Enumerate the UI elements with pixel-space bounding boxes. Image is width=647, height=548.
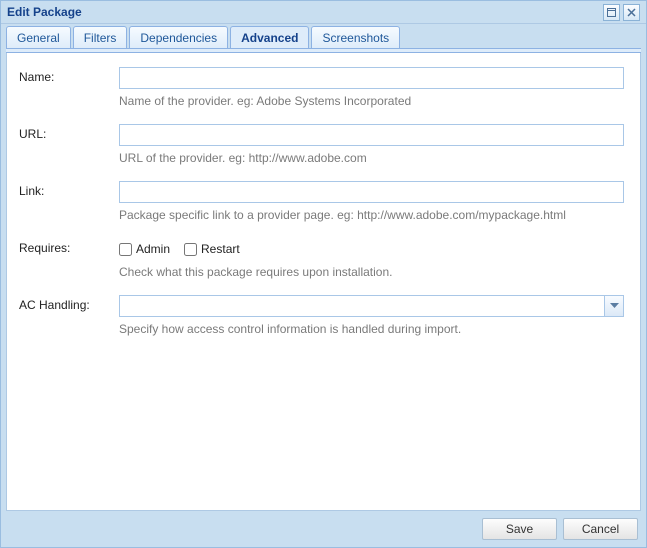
tab-screenshots[interactable]: Screenshots xyxy=(311,26,400,48)
requires-checks: Admin Restart xyxy=(119,238,624,260)
admin-check-label[interactable]: Admin xyxy=(119,242,170,256)
url-label: URL: xyxy=(19,124,119,141)
close-icon xyxy=(627,8,636,17)
restart-check-label[interactable]: Restart xyxy=(184,242,240,256)
ac-handling-input[interactable] xyxy=(119,295,624,317)
ac-handling-label: AC Handling: xyxy=(19,295,119,312)
close-button[interactable] xyxy=(623,4,640,21)
url-field: URL: URL of the provider. eg: http://www… xyxy=(19,124,624,165)
link-field: Link: Package specific link to a provide… xyxy=(19,181,624,222)
requires-field: Requires: Admin Restart Check what this … xyxy=(19,238,624,279)
admin-text: Admin xyxy=(136,242,170,256)
name-hint: Name of the provider. eg: Adobe Systems … xyxy=(119,94,624,108)
tab-advanced[interactable]: Advanced xyxy=(230,26,309,48)
url-hint: URL of the provider. eg: http://www.adob… xyxy=(119,151,624,165)
save-button[interactable]: Save xyxy=(482,518,557,540)
button-bar: Save Cancel xyxy=(1,514,646,544)
tab-dependencies[interactable]: Dependencies xyxy=(129,26,228,48)
ac-handling-combo[interactable] xyxy=(119,295,624,317)
cancel-button[interactable]: Cancel xyxy=(563,518,638,540)
ac-handling-field: AC Handling: Specify how access control … xyxy=(19,295,624,336)
url-input[interactable] xyxy=(119,124,624,146)
link-label: Link: xyxy=(19,181,119,198)
chevron-down-icon xyxy=(610,303,619,309)
maximize-icon xyxy=(607,8,616,17)
tab-strip: General Filters Dependencies Advanced Sc… xyxy=(1,24,646,48)
restart-text: Restart xyxy=(201,242,240,256)
tab-general[interactable]: General xyxy=(6,26,71,48)
requires-label: Requires: xyxy=(19,238,119,255)
admin-checkbox[interactable] xyxy=(119,243,132,256)
tab-filters[interactable]: Filters xyxy=(73,26,128,48)
titlebar: Edit Package xyxy=(1,1,646,24)
ac-handling-trigger[interactable] xyxy=(604,296,623,316)
name-field: Name: Name of the provider. eg: Adobe Sy… xyxy=(19,67,624,108)
requires-hint: Check what this package requires upon in… xyxy=(119,265,624,279)
name-label: Name: xyxy=(19,67,119,84)
ac-handling-hint: Specify how access control information i… xyxy=(119,322,624,336)
link-input[interactable] xyxy=(119,181,624,203)
name-input[interactable] xyxy=(119,67,624,89)
maximize-button[interactable] xyxy=(603,4,620,21)
link-hint: Package specific link to a provider page… xyxy=(119,208,624,222)
edit-package-window: Edit Package General Filters Dependencie… xyxy=(0,0,647,548)
restart-checkbox[interactable] xyxy=(184,243,197,256)
advanced-panel: Name: Name of the provider. eg: Adobe Sy… xyxy=(6,53,641,511)
window-title: Edit Package xyxy=(7,5,600,19)
